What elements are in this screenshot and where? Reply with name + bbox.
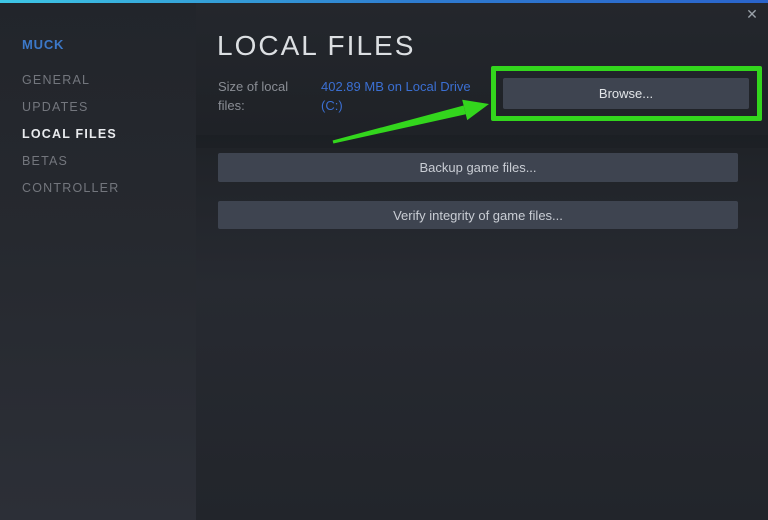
size-of-local-files-value: 402.89 MB on Local Drive (C:) [321,79,471,113]
sidebar: MUCK GENERAL UPDATES LOCAL FILES BETAS C… [0,0,196,520]
size-of-local-files-label: Size of local files: [218,79,289,113]
game-properties-dialog: ✕ MUCK GENERAL UPDATES LOCAL FILES BETAS… [0,0,768,520]
section-divider [196,135,768,148]
backup-game-files-button[interactable]: Backup game files... [218,153,738,182]
sidebar-item-general[interactable]: GENERAL [22,72,196,88]
top-accent-bar [0,0,768,3]
sidebar-item-local-files[interactable]: LOCAL FILES [22,126,196,142]
page-title: LOCAL FILES [217,30,416,61]
sidebar-item-controller[interactable]: CONTROLLER [22,180,196,196]
verify-integrity-button[interactable]: Verify integrity of game files... [218,201,738,229]
browse-button[interactable]: Browse... [503,78,749,109]
close-icon[interactable]: ✕ [741,3,763,25]
sidebar-game-title: MUCK [22,37,65,52]
sidebar-item-betas[interactable]: BETAS [22,153,196,169]
sidebar-item-updates[interactable]: UPDATES [22,99,196,115]
